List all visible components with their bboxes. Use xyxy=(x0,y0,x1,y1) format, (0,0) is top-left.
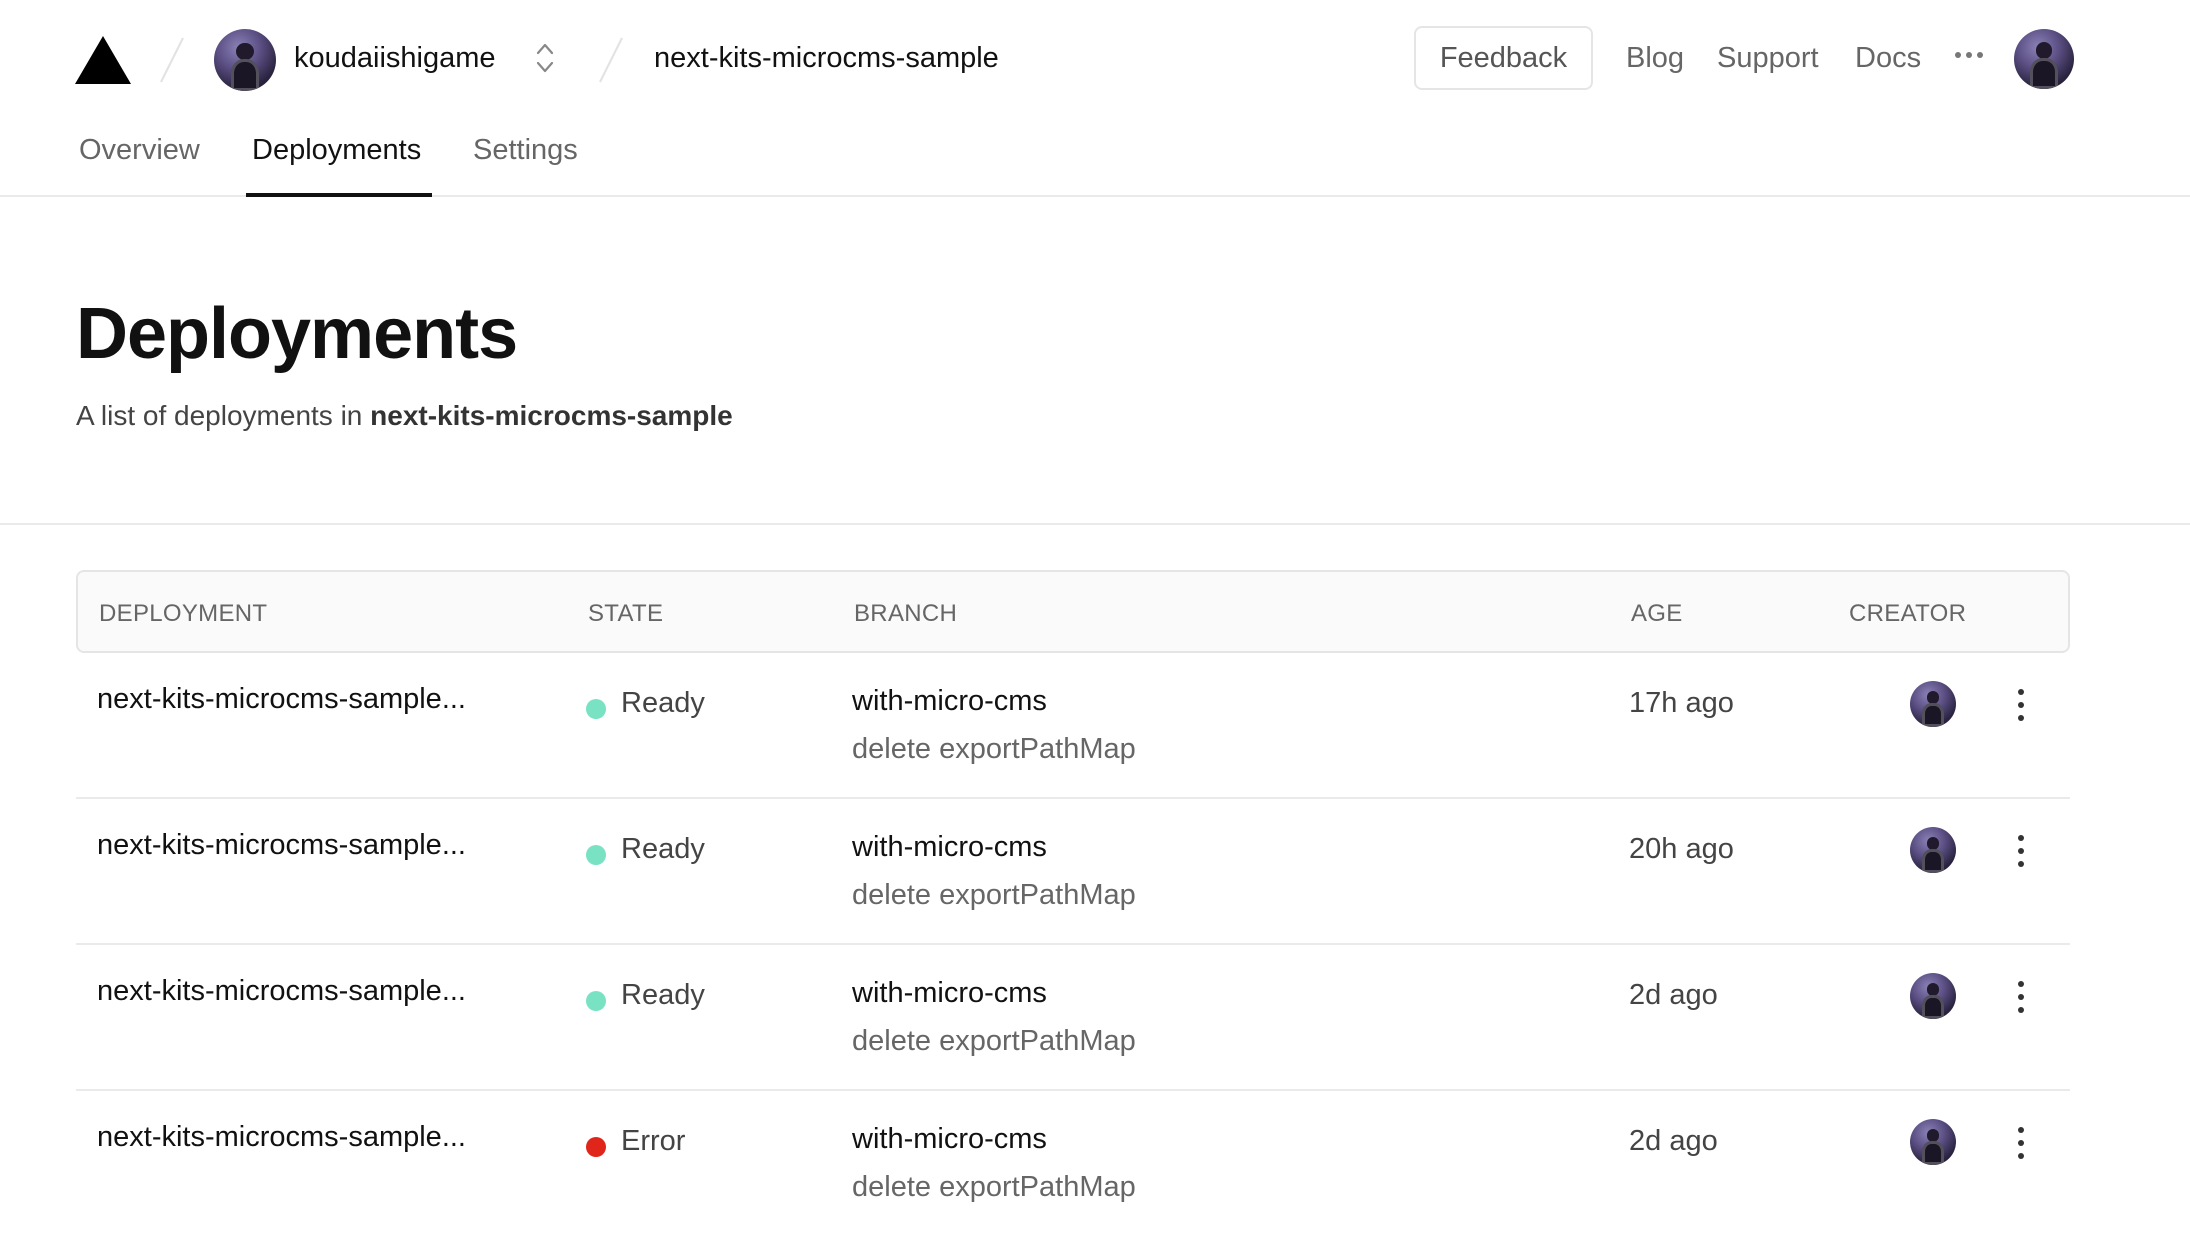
creator-avatar xyxy=(1910,1119,1956,1165)
subtitle-project-name: next-kits-microcms-sample xyxy=(370,400,733,431)
kebab-menu-icon[interactable] xyxy=(2006,1123,2036,1163)
state-label: Error xyxy=(621,1125,686,1157)
deployment-age: 20h ago xyxy=(1629,833,1734,865)
page-subtitle: A list of deployments in next-kits-micro… xyxy=(76,400,733,432)
commit-message: delete exportPathMap xyxy=(852,879,1136,911)
team-name[interactable]: koudaiishigame xyxy=(294,42,496,75)
state-dot-icon xyxy=(586,991,606,1011)
table-row[interactable]: next-kits-microcms-sample... Error with-… xyxy=(76,1091,2070,1237)
page-hero: Deployments A list of deployments in nex… xyxy=(0,197,2190,525)
top-bar: koudaiishigame next-kits-microcms-sample… xyxy=(0,0,2190,120)
branch-name[interactable]: with-micro-cms xyxy=(852,1123,1047,1156)
state-dot-icon xyxy=(586,845,606,865)
commit-message: delete exportPathMap xyxy=(852,733,1136,765)
deployment-name[interactable]: next-kits-microcms-sample... xyxy=(97,975,466,1008)
deployments-table: DEPLOYMENT STATE BRANCH AGE CREATOR next… xyxy=(76,570,2070,1237)
creator-avatar xyxy=(1910,681,1956,727)
tab-deployments[interactable]: Deployments xyxy=(252,134,421,167)
deployment-age: 2d ago xyxy=(1629,1125,1718,1157)
table-row[interactable]: next-kits-microcms-sample... Ready with-… xyxy=(76,799,2070,945)
column-header-deployment: DEPLOYMENT xyxy=(99,600,268,627)
column-header-branch: BRANCH xyxy=(854,600,958,627)
state-label: Ready xyxy=(621,833,705,865)
branch-name[interactable]: with-micro-cms xyxy=(852,977,1047,1010)
project-name[interactable]: next-kits-microcms-sample xyxy=(654,42,999,75)
breadcrumb-separator-icon xyxy=(160,37,184,83)
kebab-menu-icon[interactable] xyxy=(2006,831,2036,871)
chevron-up-down-icon[interactable] xyxy=(533,40,557,76)
deployment-name[interactable]: next-kits-microcms-sample... xyxy=(97,683,466,716)
state-dot-icon xyxy=(586,699,606,719)
tab-settings[interactable]: Settings xyxy=(473,134,578,167)
creator-avatar xyxy=(1910,827,1956,873)
deployment-age: 2d ago xyxy=(1629,979,1718,1011)
deployment-name[interactable]: next-kits-microcms-sample... xyxy=(97,1121,466,1154)
vercel-logo-icon[interactable] xyxy=(75,36,131,84)
team-avatar[interactable] xyxy=(214,29,276,91)
support-link[interactable]: Support xyxy=(1717,42,1819,75)
user-avatar[interactable] xyxy=(2014,29,2074,89)
blog-link[interactable]: Blog xyxy=(1626,42,1684,75)
state-label: Ready xyxy=(621,979,705,1011)
table-row[interactable]: next-kits-microcms-sample... Ready with-… xyxy=(76,945,2070,1091)
ellipsis-icon[interactable] xyxy=(1954,50,1984,60)
commit-message: delete exportPathMap xyxy=(852,1025,1136,1057)
state-dot-icon xyxy=(586,1137,606,1157)
branch-name[interactable]: with-micro-cms xyxy=(852,685,1047,718)
creator-avatar xyxy=(1910,973,1956,1019)
table-row[interactable]: next-kits-microcms-sample... Ready with-… xyxy=(76,653,2070,799)
breadcrumb-separator-icon xyxy=(599,37,623,83)
docs-link[interactable]: Docs xyxy=(1855,42,1921,75)
column-header-creator: CREATOR xyxy=(1849,600,1967,627)
table-header: DEPLOYMENT STATE BRANCH AGE CREATOR xyxy=(76,570,2070,653)
branch-name[interactable]: with-micro-cms xyxy=(852,831,1047,864)
deployment-age: 17h ago xyxy=(1629,687,1734,719)
subtitle-prefix: A list of deployments in xyxy=(76,400,371,431)
column-header-age: AGE xyxy=(1631,600,1683,627)
feedback-button[interactable]: Feedback xyxy=(1414,26,1593,90)
kebab-menu-icon[interactable] xyxy=(2006,685,2036,725)
commit-message: delete exportPathMap xyxy=(852,1171,1136,1203)
app-header: koudaiishigame next-kits-microcms-sample… xyxy=(0,0,2190,197)
deployment-name[interactable]: next-kits-microcms-sample... xyxy=(97,829,466,862)
state-label: Ready xyxy=(621,687,705,719)
tab-overview[interactable]: Overview xyxy=(79,134,200,167)
column-header-state: STATE xyxy=(588,600,664,627)
kebab-menu-icon[interactable] xyxy=(2006,977,2036,1017)
page-title: Deployments xyxy=(76,294,518,374)
